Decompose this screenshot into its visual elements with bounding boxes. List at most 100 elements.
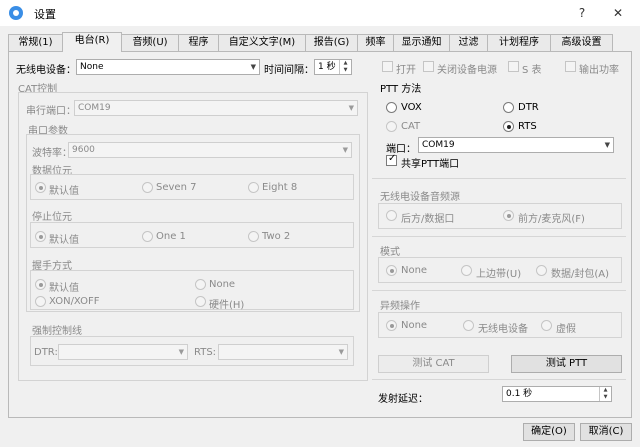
mode-title: 模式 [380, 247, 400, 258]
handshake-xonxoff-radio[interactable] [35, 296, 46, 307]
interval-label: 时间间隔： [264, 65, 314, 76]
ok-button[interactable]: 确定(O) [523, 423, 575, 441]
ptt-rts-radio[interactable] [503, 121, 514, 132]
stop-bits-one-radio[interactable] [142, 231, 153, 242]
handshake-default-radio[interactable] [35, 279, 46, 290]
chevron-down-icon: ▼ [178, 348, 184, 356]
audio-source-title: 无线电设备音频源 [380, 192, 460, 203]
rig-label: 无线电设备： [16, 65, 76, 76]
tx-delay-label: 发射延迟： [378, 394, 428, 405]
rts-select[interactable]: ▼ [218, 344, 348, 360]
tab-program[interactable]: 程序 [178, 34, 219, 51]
rig-select[interactable]: None ▼ [76, 59, 260, 75]
mode-data-radio[interactable] [536, 265, 547, 276]
audio-front-label: 前方/麦克风(F) [518, 214, 585, 225]
serial-port-value: COM19 [78, 103, 111, 113]
mode-usb-radio[interactable] [461, 265, 472, 276]
tab-general[interactable]: 常规(1) [8, 34, 63, 51]
divider [372, 236, 626, 237]
share-ptt-label: 共享PTT端口 [401, 159, 460, 170]
ptt-vox-label: VOX [401, 102, 422, 113]
test-ptt-button[interactable]: 测试 PTT [511, 355, 622, 373]
handshake-xonxoff-label: XON/XOFF [49, 296, 100, 307]
chevron-down-icon: ▼ [604, 141, 610, 149]
data-bits-seven-radio[interactable] [142, 182, 153, 193]
stop-bits-default-label: 默认值 [49, 235, 79, 246]
chevron-down-icon: ▼ [250, 63, 256, 71]
tab-report[interactable]: 报告(G) [305, 34, 358, 51]
baud-value: 9600 [72, 145, 95, 155]
open-checkbox[interactable] [382, 61, 393, 72]
data-bits-eight-radio[interactable] [248, 182, 259, 193]
split-title: 异频操作 [380, 301, 420, 312]
ptt-cat-radio[interactable] [386, 121, 397, 132]
stop-bits-two-radio[interactable] [248, 231, 259, 242]
baud-select[interactable]: 9600 ▼ [68, 142, 352, 158]
ptt-vox-radio[interactable] [386, 102, 397, 113]
cancel-button[interactable]: 取消(C) [580, 423, 632, 441]
test-cat-button[interactable]: 测试 CAT [378, 355, 489, 373]
serial-port-label: 串行端口： [26, 106, 76, 117]
chevron-down-icon: ▼ [342, 146, 348, 154]
data-bits-default-radio[interactable] [35, 182, 46, 193]
stop-bits-title: 停止位元 [32, 212, 72, 223]
stop-bits-default-radio[interactable] [35, 231, 46, 242]
mode-usb-label: 上边带(U) [476, 269, 522, 280]
baud-label: 波特率： [32, 148, 72, 159]
tab-radio[interactable]: 电台(R) [62, 32, 122, 52]
help-button[interactable]: ? [570, 3, 594, 23]
split-fake-label: 虚假 [556, 324, 576, 335]
spinner-arrows-icon[interactable]: ▲ ▼ [339, 60, 351, 74]
tab-notifications[interactable]: 显示通知 [393, 34, 450, 51]
mode-data-label: 数据/封包(A) [551, 269, 610, 280]
audio-rear-radio[interactable] [386, 210, 397, 221]
dtr-select[interactable]: ▼ [58, 344, 188, 360]
interval-value: 1 秒 [318, 62, 336, 72]
share-ptt-checkbox[interactable] [386, 153, 397, 166]
split-fake-radio[interactable] [541, 320, 552, 331]
tx-delay-spinner[interactable]: 0.1 秒 ▲ ▼ [502, 386, 612, 402]
rig-select-value: None [80, 62, 104, 72]
title-bar [0, 0, 640, 26]
dtr-label: DTR: [34, 347, 58, 358]
app-icon [8, 5, 24, 21]
split-none-radio[interactable] [386, 320, 397, 331]
close-power-checkbox[interactable] [423, 61, 434, 72]
handshake-default-label: 默认值 [49, 283, 79, 294]
tab-advanced[interactable]: 高级设置 [550, 34, 613, 51]
tab-frequency[interactable]: 频率 [357, 34, 394, 51]
split-rig-label: 无线电设备 [478, 324, 528, 335]
handshake-none-label: None [209, 279, 236, 290]
interval-spinner[interactable]: 1 秒 ▲ ▼ [314, 59, 352, 75]
output-power-checkbox[interactable] [565, 61, 576, 72]
tab-scheduler[interactable]: 计划程序 [487, 34, 551, 51]
ptt-title: PTT 方法 [380, 84, 422, 95]
ptt-dtr-radio[interactable] [503, 102, 514, 113]
data-bits-default-label: 默认值 [49, 186, 79, 197]
s-meter-label: S 表 [522, 65, 542, 76]
split-rig-radio[interactable] [463, 320, 474, 331]
tab-custom-text[interactable]: 自定义文字(M) [218, 34, 306, 51]
tab-filter[interactable]: 过滤 [449, 34, 488, 51]
s-meter-checkbox[interactable] [508, 61, 519, 72]
open-label: 打开 [396, 65, 416, 76]
ptt-port-select[interactable]: COM19 ▼ [418, 137, 614, 153]
ptt-rts-label: RTS [518, 121, 537, 132]
close-icon[interactable]: ✕ [606, 3, 630, 23]
spinner-arrows-icon[interactable]: ▲ ▼ [599, 387, 611, 401]
tab-audio[interactable]: 音频(U) [121, 34, 179, 51]
data-bits-eight-label: Eight 8 [262, 182, 298, 193]
output-power-label: 输出功率 [579, 65, 619, 76]
tx-delay-value: 0.1 秒 [506, 389, 533, 399]
chevron-down-icon: ▼ [338, 348, 344, 356]
handshake-hardware-radio[interactable] [195, 296, 206, 307]
handshake-none-radio[interactable] [195, 279, 206, 290]
audio-front-radio[interactable] [503, 210, 514, 221]
mode-none-radio[interactable] [386, 265, 397, 276]
chevron-down-icon: ▼ [348, 104, 354, 112]
stop-bits-one-label: One 1 [156, 231, 186, 242]
mode-none-label: None [401, 265, 428, 276]
divider [372, 290, 626, 291]
close-power-label: 关闭设备电源 [437, 65, 497, 76]
serial-port-select[interactable]: COM19 ▼ [74, 100, 358, 116]
